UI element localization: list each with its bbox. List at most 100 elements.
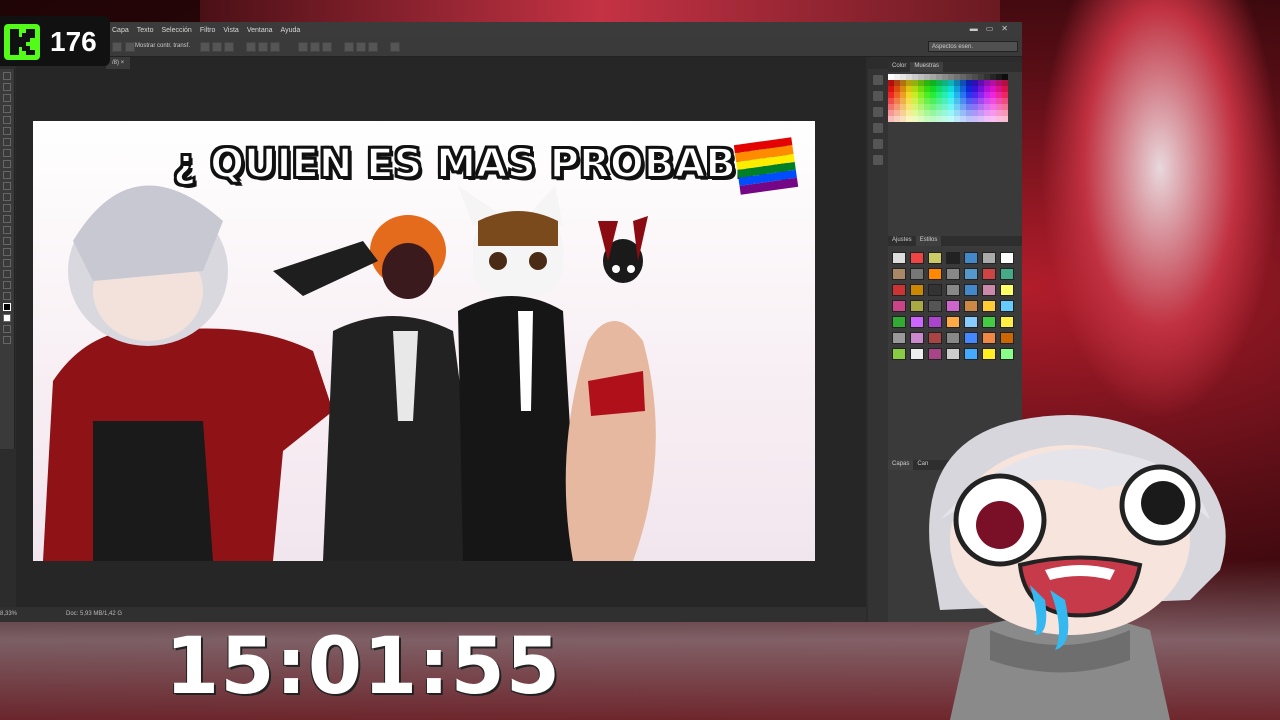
- distribute-icon[interactable]: [344, 42, 354, 52]
- stamp-tool-icon[interactable]: [3, 160, 11, 168]
- tab-color[interactable]: Color: [888, 62, 910, 72]
- quick-mask-icon[interactable]: [3, 325, 11, 333]
- style-preset[interactable]: [910, 268, 924, 280]
- tab-swatches[interactable]: Muestras: [910, 62, 944, 72]
- style-preset[interactable]: [982, 268, 996, 280]
- distribute-icon[interactable]: [368, 42, 378, 52]
- style-preset[interactable]: [946, 268, 960, 280]
- distribute-icon[interactable]: [322, 42, 332, 52]
- zoom-level[interactable]: 8,33%: [0, 611, 17, 617]
- menu-capa[interactable]: Capa: [112, 27, 129, 34]
- eraser-tool-icon[interactable]: [3, 182, 11, 190]
- style-preset[interactable]: [928, 348, 942, 360]
- style-preset[interactable]: [910, 284, 924, 296]
- style-preset[interactable]: [892, 316, 906, 328]
- style-preset[interactable]: [910, 332, 924, 344]
- style-preset[interactable]: [982, 284, 996, 296]
- color-swatch[interactable]: [1002, 116, 1008, 122]
- 3d-tool-icon[interactable]: [3, 270, 11, 278]
- history-brush-tool-icon[interactable]: [3, 171, 11, 179]
- healing-tool-icon[interactable]: [3, 138, 11, 146]
- menu-vista[interactable]: Vista: [223, 27, 238, 34]
- distribute-icon[interactable]: [310, 42, 320, 52]
- style-preset[interactable]: [982, 300, 996, 312]
- style-preset[interactable]: [910, 300, 924, 312]
- marquee-tool-icon[interactable]: [3, 83, 11, 91]
- menu-ayuda[interactable]: Ayuda: [281, 27, 301, 34]
- foreground-color-swatch[interactable]: [3, 303, 11, 311]
- style-preset[interactable]: [946, 252, 960, 264]
- distribute-icon[interactable]: [298, 42, 308, 52]
- align-icon[interactable]: [200, 42, 210, 52]
- eyedropper-tool-icon[interactable]: [3, 127, 11, 135]
- brush-presets-icon[interactable]: [873, 123, 883, 133]
- style-preset[interactable]: [928, 316, 942, 328]
- actions-icon[interactable]: [873, 91, 883, 101]
- style-preset[interactable]: [964, 316, 978, 328]
- style-preset[interactable]: [946, 332, 960, 344]
- style-preset[interactable]: [892, 252, 906, 264]
- style-preset[interactable]: [964, 348, 978, 360]
- move-tool-icon[interactable]: [3, 72, 11, 80]
- align-icon[interactable]: [224, 42, 234, 52]
- clone-source-icon[interactable]: [873, 139, 883, 149]
- style-preset[interactable]: [964, 332, 978, 344]
- tab-adjustments[interactable]: Ajustes: [888, 236, 916, 246]
- style-preset[interactable]: [928, 284, 942, 296]
- style-preset[interactable]: [964, 284, 978, 296]
- style-preset[interactable]: [946, 316, 960, 328]
- style-preset[interactable]: [892, 284, 906, 296]
- menu-filtro[interactable]: Filtro: [200, 27, 216, 34]
- style-preset[interactable]: [964, 300, 978, 312]
- swatches-grid[interactable]: [888, 74, 1022, 122]
- checkbox-icon[interactable]: [125, 42, 135, 52]
- hand-tool-icon[interactable]: [3, 281, 11, 289]
- style-preset[interactable]: [982, 316, 996, 328]
- quick-select-tool-icon[interactable]: [3, 105, 11, 113]
- style-preset[interactable]: [1000, 284, 1014, 296]
- style-preset[interactable]: [946, 348, 960, 360]
- style-preset[interactable]: [982, 252, 996, 264]
- styles-grid[interactable]: [892, 252, 1018, 360]
- crop-tool-icon[interactable]: [3, 116, 11, 124]
- style-preset[interactable]: [910, 252, 924, 264]
- align-icon[interactable]: [246, 42, 256, 52]
- style-preset[interactable]: [946, 300, 960, 312]
- dodge-tool-icon[interactable]: [3, 215, 11, 223]
- style-preset[interactable]: [1000, 300, 1014, 312]
- style-preset[interactable]: [964, 268, 978, 280]
- workspace-select[interactable]: Aspectos esen.: [928, 41, 1018, 52]
- style-preset[interactable]: [982, 332, 996, 344]
- menu-seleccion[interactable]: Selección: [161, 27, 191, 34]
- zoom-tool-icon[interactable]: [3, 292, 11, 300]
- character-icon[interactable]: [873, 155, 883, 165]
- style-preset[interactable]: [1000, 268, 1014, 280]
- auto-align-icon[interactable]: [390, 42, 400, 52]
- style-preset[interactable]: [964, 252, 978, 264]
- style-preset[interactable]: [982, 348, 996, 360]
- style-preset[interactable]: [1000, 316, 1014, 328]
- align-icon[interactable]: [270, 42, 280, 52]
- style-preset[interactable]: [910, 316, 924, 328]
- style-preset[interactable]: [910, 348, 924, 360]
- style-preset[interactable]: [928, 252, 942, 264]
- shape-tool-icon[interactable]: [3, 259, 11, 267]
- style-preset[interactable]: [892, 268, 906, 280]
- properties-icon[interactable]: [873, 107, 883, 117]
- gradient-tool-icon[interactable]: [3, 193, 11, 201]
- style-preset[interactable]: [1000, 252, 1014, 264]
- path-select-tool-icon[interactable]: [3, 248, 11, 256]
- distribute-icon[interactable]: [356, 42, 366, 52]
- style-preset[interactable]: [928, 268, 942, 280]
- tab-styles[interactable]: Estilos: [915, 236, 942, 246]
- align-icon[interactable]: [212, 42, 222, 52]
- show-transform-label[interactable]: Mostrar contr. transf.: [135, 43, 190, 49]
- brush-tool-icon[interactable]: [3, 149, 11, 157]
- style-preset[interactable]: [892, 332, 906, 344]
- style-preset[interactable]: [892, 300, 906, 312]
- blur-tool-icon[interactable]: [3, 204, 11, 212]
- style-preset[interactable]: [892, 348, 906, 360]
- style-preset[interactable]: [928, 332, 942, 344]
- screen-mode-icon[interactable]: [3, 336, 11, 344]
- pen-tool-icon[interactable]: [3, 226, 11, 234]
